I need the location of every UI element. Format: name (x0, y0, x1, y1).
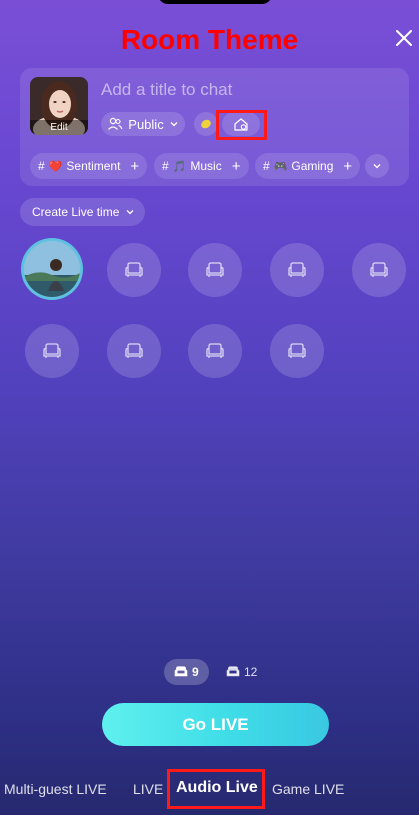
empty-seat[interactable] (270, 324, 324, 378)
seat-count-9-option[interactable]: 9 (164, 659, 209, 685)
more-tags-button[interactable] (365, 154, 389, 178)
close-icon[interactable] (394, 28, 414, 48)
annotation-room-theme-title: Room Theme (120, 24, 299, 55)
audio-live-setup-screen: Room Theme Edit Add a title to chat Publ… (0, 0, 419, 815)
empty-seat[interactable] (188, 243, 242, 297)
chevron-down-icon (126, 210, 134, 215)
hash-symbol: # (38, 159, 45, 173)
visibility-label: Public (128, 116, 164, 132)
empty-seat[interactable] (352, 243, 406, 297)
plus-icon[interactable]: + (130, 158, 139, 175)
chevron-down-icon (170, 122, 178, 127)
tag-label: Sentiment (66, 159, 121, 173)
seat-count-value: 12 (244, 665, 258, 679)
coin-button[interactable] (194, 112, 218, 136)
game-controller-icon: 🎮 (273, 160, 288, 173)
chat-title-input[interactable]: Add a title to chat (101, 80, 232, 100)
seat-count-12-option[interactable]: 12 (216, 659, 267, 685)
tag-gaming[interactable]: # 🎮 Gaming + (255, 153, 361, 179)
armchair-icon (226, 666, 240, 677)
tag-label: Music (190, 159, 222, 173)
hash-symbol: # (162, 159, 169, 173)
go-live-button[interactable]: Go LIVE (102, 703, 329, 746)
empty-seat[interactable] (107, 324, 161, 378)
tag-sentiment[interactable]: # ❤️ Sentiment + (30, 153, 148, 179)
empty-seat[interactable] (107, 243, 161, 297)
music-note-icon: 🎵 (172, 160, 187, 173)
armchair-icon (125, 262, 143, 277)
tab-live[interactable]: LIVE (133, 781, 163, 797)
tab-multi-guest-live[interactable]: Multi-guest LIVE (4, 781, 107, 797)
armchair-icon (288, 343, 306, 358)
avatar-edit-label[interactable]: Edit (30, 120, 88, 135)
chevron-down-icon (373, 164, 381, 169)
armchair-icon (125, 343, 143, 358)
tab-game-live[interactable]: Game LIVE (272, 781, 344, 797)
live-time-label: Create Live time (32, 205, 120, 219)
armchair-icon (206, 262, 224, 277)
host-photo-image (24, 241, 80, 297)
empty-seat[interactable] (25, 324, 79, 378)
coin-icon (201, 119, 211, 129)
host-seat-avatar[interactable] (21, 238, 83, 300)
room-theme-button[interactable] (222, 112, 260, 136)
plus-icon[interactable]: + (232, 158, 241, 175)
visibility-dropdown[interactable]: Public (101, 112, 185, 136)
seat-count-value: 9 (192, 665, 199, 679)
armchair-icon (288, 262, 306, 277)
room-cover-avatar[interactable]: Edit (30, 77, 88, 135)
armchair-icon (174, 666, 188, 677)
heart-icon: ❤️ (48, 160, 63, 173)
room-theme-icon (234, 117, 248, 131)
room-info-card: Edit Add a title to chat Public # ❤️ Sen… (20, 68, 409, 186)
armchair-icon (206, 343, 224, 358)
armchair-icon (370, 262, 388, 277)
tag-music[interactable]: # 🎵 Music + (154, 153, 249, 179)
group-icon (108, 117, 123, 130)
plus-icon[interactable]: + (343, 158, 352, 175)
empty-seat[interactable] (270, 243, 324, 297)
tag-label: Gaming (291, 159, 334, 173)
tab-audio-live[interactable]: Audio Live (176, 779, 258, 797)
create-live-time-dropdown[interactable]: Create Live time (20, 198, 146, 226)
empty-seat[interactable] (188, 324, 242, 378)
device-notch (158, 0, 272, 4)
armchair-icon (43, 343, 61, 358)
hash-symbol: # (263, 159, 270, 173)
